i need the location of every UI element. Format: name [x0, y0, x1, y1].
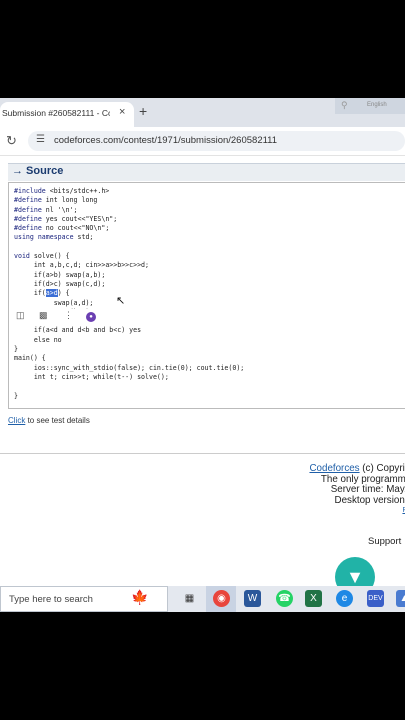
code-line: void solve() { — [14, 252, 70, 261]
tab-title: Submission #260582111 - Codeforces — [2, 108, 110, 118]
search-icon: ⚲ — [341, 100, 348, 110]
chrome-icon[interactable]: ◉ — [213, 590, 230, 607]
source-code-box: #include <bits/stdc++.h> #define int lon… — [8, 182, 405, 409]
url-text: codeforces.com/contest/1971/submission/2… — [54, 135, 278, 146]
selection-toolbar: ◫ ▩ ⋮ ● — [14, 309, 106, 324]
code-line: using namespace std; — [14, 233, 94, 242]
code-line: if(d>c) swap(c,d); — [33, 279, 106, 288]
code-line: #define nl '\n'; — [14, 205, 78, 214]
test-details: Click to see test details — [8, 416, 90, 425]
whatsapp-icon[interactable]: ☎ — [276, 590, 293, 607]
support-label[interactable]: Support — [368, 536, 401, 547]
excel-icon[interactable]: X — [305, 590, 322, 607]
code-keyword: #define — [14, 224, 42, 233]
more-icon[interactable]: ⋮ — [64, 310, 73, 321]
code-keyword: #define — [14, 214, 42, 223]
click-link[interactable]: Click — [8, 416, 25, 425]
code-keyword: #define — [14, 205, 42, 214]
footer: Codeforces (c) Copyright 20 The only pro… — [272, 463, 405, 517]
code-line: if(a>b) swap(a,b); — [33, 270, 106, 279]
mouse-cursor-icon: ↖ — [116, 295, 126, 307]
divider — [0, 453, 405, 454]
taskbar-search[interactable]: Type here to search 🍁 — [0, 586, 168, 612]
copilot-icon[interactable]: ● — [86, 312, 96, 322]
word-icon[interactable]: W — [244, 590, 261, 607]
edge-icon[interactable]: e — [336, 590, 353, 607]
privacy-link[interactable]: Privacy P — [272, 506, 405, 517]
code-line: } — [14, 391, 18, 400]
tab-submission[interactable]: Submission #260582111 - Codeforces × — [0, 102, 134, 127]
code-line: ios::sync_with_stdio(false); cin.tie(0);… — [33, 363, 245, 372]
task-view-icon[interactable]: ▦ — [181, 590, 198, 607]
code-line: if(a<d and d<b and b<c) yes — [33, 326, 142, 335]
code-line: int t; cin>>t; while(t--) solve(); — [33, 372, 169, 381]
translate-icon[interactable]: ▩ — [39, 310, 48, 321]
devcpp-icon[interactable]: DEV — [367, 590, 384, 607]
code-line: int a,b,c,d; cin>>a>>b>>c>>d; — [33, 261, 149, 270]
taskbar: Type here to search 🍁 ▦ ◉ W ☎ X e DEV ▲ — [0, 586, 405, 612]
code-line: else no — [33, 335, 62, 344]
code-line: } — [14, 345, 18, 354]
code-line: #include <bits/stdc++.h> — [14, 187, 110, 195]
reload-icon[interactable]: ↻ — [6, 133, 17, 149]
selected-text: a>d — [45, 289, 58, 298]
code-keyword: void — [14, 252, 30, 261]
url-field[interactable]: ☰ codeforces.com/contest/1971/submission… — [28, 131, 405, 151]
code-line: #define no cout<<"NO\n"; — [14, 224, 110, 233]
code-line: #define int long long — [14, 196, 98, 205]
code-line: main() { — [14, 354, 46, 363]
browser-window: Submission #260582111 - Codeforces × + ⚲… — [0, 98, 405, 612]
source-header: → Source — [8, 163, 405, 181]
codeforces-link[interactable]: Codeforces — [309, 463, 359, 474]
source-title: → Source — [12, 165, 64, 177]
code-keyword: #include — [14, 187, 46, 195]
search-placeholder: Type here to search — [9, 594, 93, 605]
address-bar: ↻ ☰ codeforces.com/contest/1971/submissi… — [0, 127, 405, 156]
code-keyword: using namespace — [14, 233, 74, 242]
code-line: if(a>d) { — [33, 289, 70, 298]
language-widget[interactable]: ⚲ English — [335, 98, 405, 114]
logo-icon: ▼ — [346, 567, 364, 587]
desktop-version: Desktop version, switc — [334, 494, 405, 506]
search-highlight-icon: 🍁 — [131, 589, 149, 605]
code-line: #define yes cout<<"YES\n"; — [14, 214, 118, 223]
code-line: swap(a,d); — [53, 298, 94, 307]
copy-icon[interactable]: ◫ — [16, 310, 25, 321]
copyright-text: (c) Copyright 20 — [362, 463, 405, 474]
language-label: English — [367, 102, 387, 108]
site-info-icon[interactable]: ☰ — [36, 134, 45, 145]
close-icon[interactable]: × — [119, 106, 125, 118]
source-code: #include <bits/stdc++.h> #define int lon… — [14, 187, 244, 401]
test-details-text: to see test details — [25, 416, 90, 425]
app-icon[interactable]: ▲ — [396, 590, 405, 607]
tab-bar: Submission #260582111 - Codeforces × + ⚲… — [0, 98, 405, 127]
new-tab-button[interactable]: + — [139, 103, 147, 119]
code-keyword: #define — [14, 196, 42, 205]
